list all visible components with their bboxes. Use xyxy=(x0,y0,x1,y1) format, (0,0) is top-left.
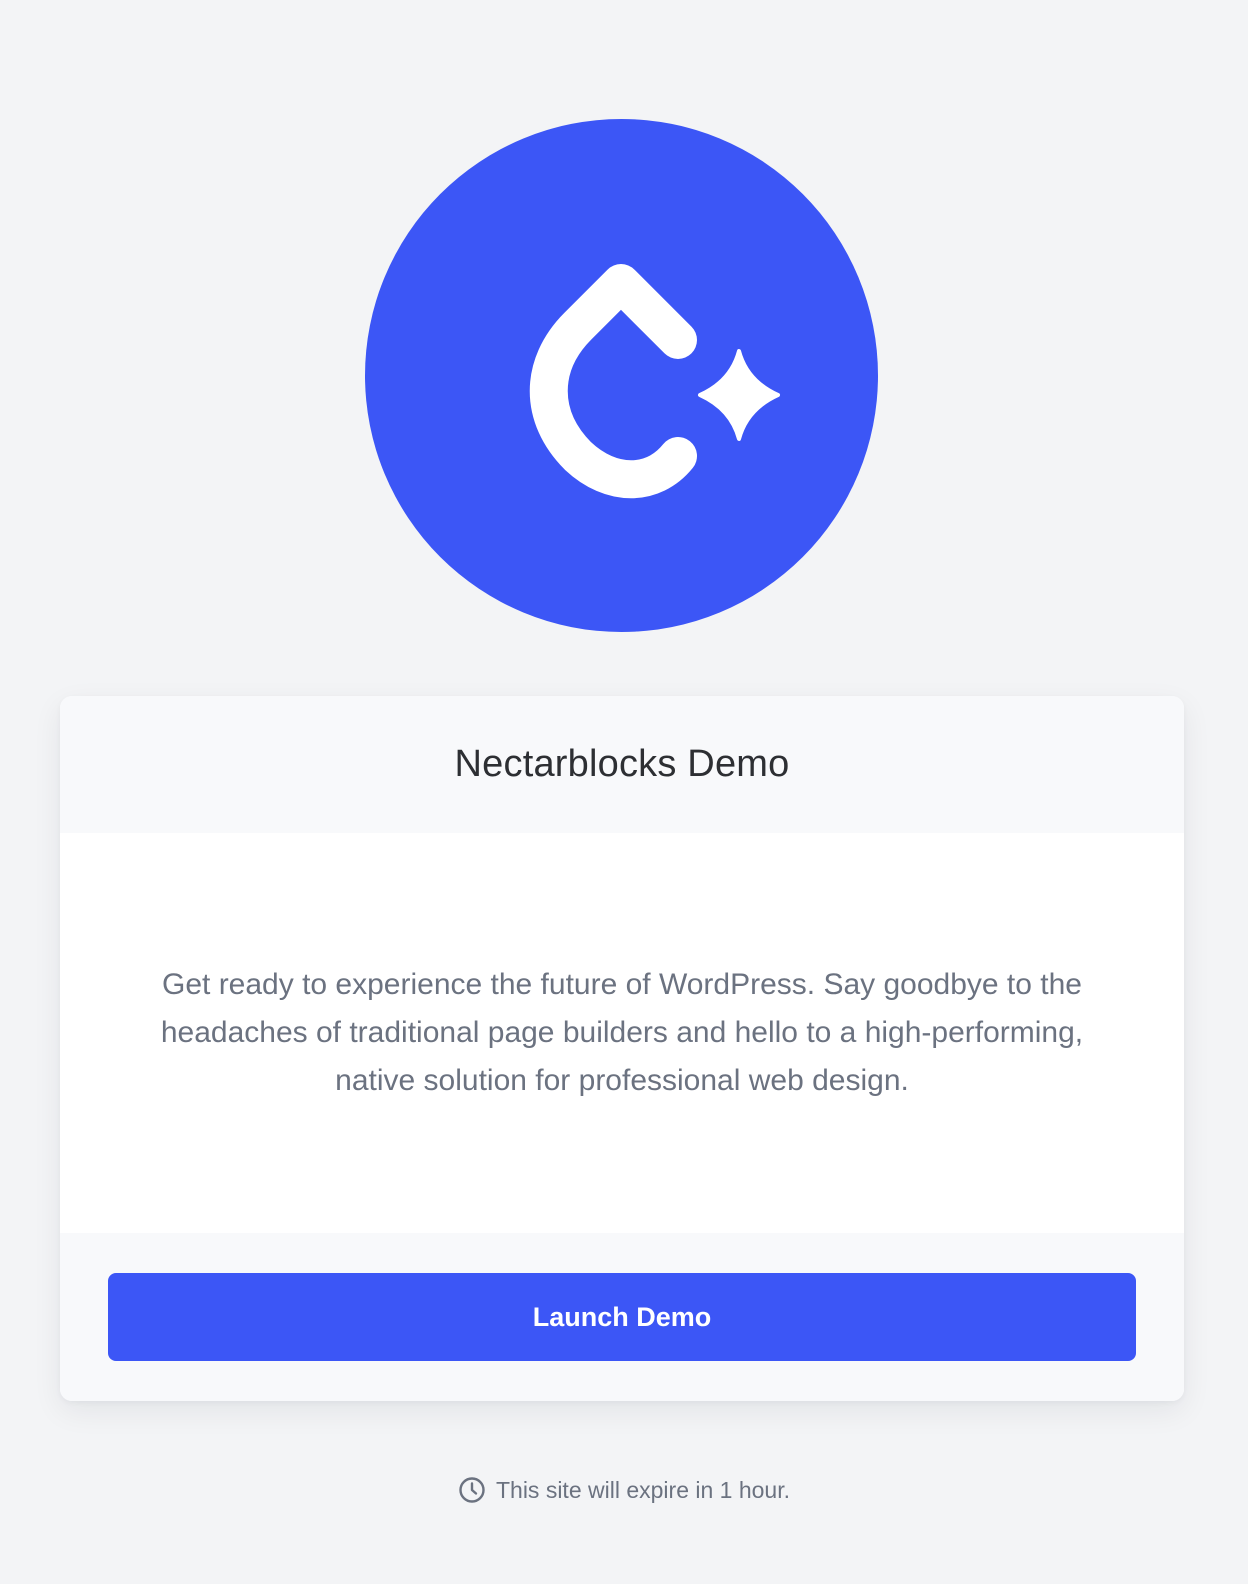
card-body: Get ready to experience the future of Wo… xyxy=(60,833,1184,1233)
expiry-notice: This site will expire in 1 hour. xyxy=(0,1476,1248,1504)
card-footer: Launch Demo xyxy=(60,1233,1184,1401)
card-description: Get ready to experience the future of Wo… xyxy=(160,968,1084,1097)
brand-logo xyxy=(365,119,878,632)
clock-icon xyxy=(459,1477,485,1503)
card-title: Nectarblocks Demo xyxy=(454,743,790,785)
nectarblocks-logo-icon xyxy=(365,119,878,632)
expiry-text: This site will expire in 1 hour. xyxy=(495,1476,790,1503)
launch-demo-button[interactable]: Launch Demo xyxy=(108,1273,1136,1361)
demo-card: Nectarblocks Demo Get ready to experienc… xyxy=(60,696,1184,1401)
card-header: Nectarblocks Demo xyxy=(60,696,1184,833)
